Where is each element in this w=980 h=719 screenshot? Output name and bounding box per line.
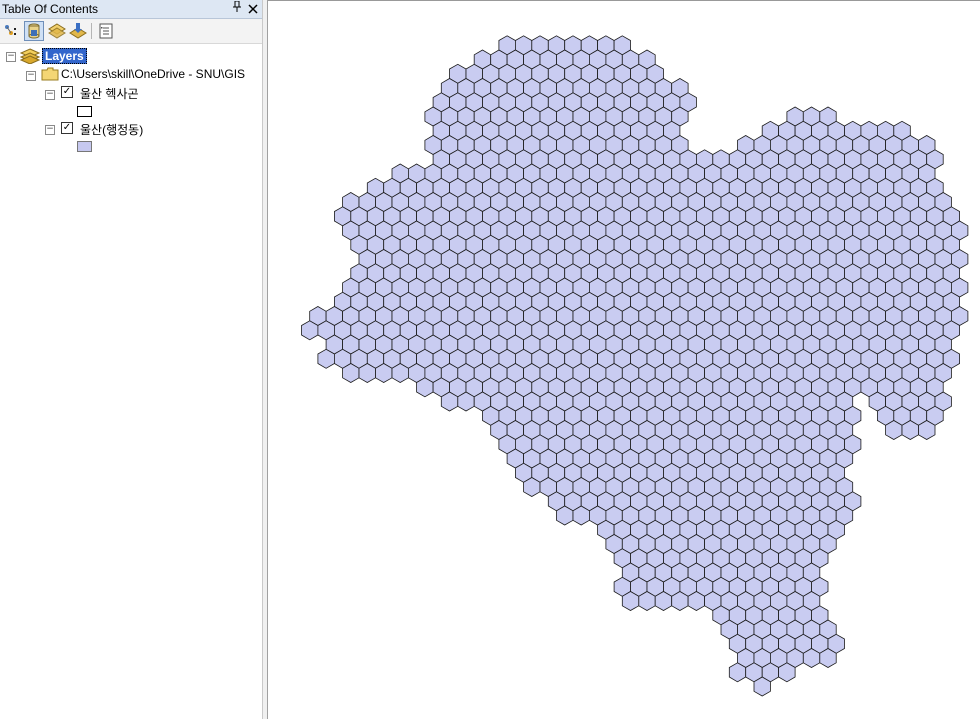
folder-path-label[interactable]: C:\Users\skill\OneDrive - SNU\GIS [61,67,245,81]
hexagon-grid [301,35,969,697]
options-icon[interactable] [97,22,115,40]
hexagon-cell [728,662,747,683]
pin-icon[interactable] [232,0,242,16]
list-by-visibility-icon[interactable] [48,22,66,40]
layer-1-name[interactable]: 울산 헥사곤 [80,85,139,102]
layers-frame-icon [19,48,41,67]
hexagon-cell [778,662,796,683]
table-of-contents-panel: Table Of Contents − Layers − C:\Users\sk… [0,0,262,719]
toolbar-separator [91,23,92,39]
close-icon[interactable] [248,0,258,18]
toc-title-bar: Table Of Contents [0,0,262,19]
hexagon-cell [317,348,335,369]
list-by-selection-icon[interactable] [69,22,87,40]
layers-root-label[interactable]: Layers [42,48,87,64]
layer-1-symbol[interactable] [77,106,92,117]
layer-2-collapse-button[interactable]: − [45,125,55,135]
hexagon-map[interactable] [268,1,980,719]
toc-title: Table Of Contents [2,2,99,16]
layers-collapse-button[interactable]: − [6,52,16,62]
folder-collapse-button[interactable]: − [26,71,36,81]
layer-2-visibility-checkbox[interactable]: ✓ [61,122,73,134]
hexagon-cell [301,320,319,341]
layer-1-visibility-checkbox[interactable]: ✓ [61,86,73,98]
folder-icon [41,67,59,84]
layer-2-symbol[interactable] [77,141,92,152]
hexagon-cell [416,377,434,398]
map-view[interactable] [268,0,980,719]
list-by-source-icon[interactable] [24,21,44,41]
layer-1-collapse-button[interactable]: − [45,90,55,100]
toc-toolbar [0,19,262,44]
layer-2-name[interactable]: 울산(행정동) [80,121,143,138]
list-by-drawing-order-icon[interactable] [3,22,21,40]
